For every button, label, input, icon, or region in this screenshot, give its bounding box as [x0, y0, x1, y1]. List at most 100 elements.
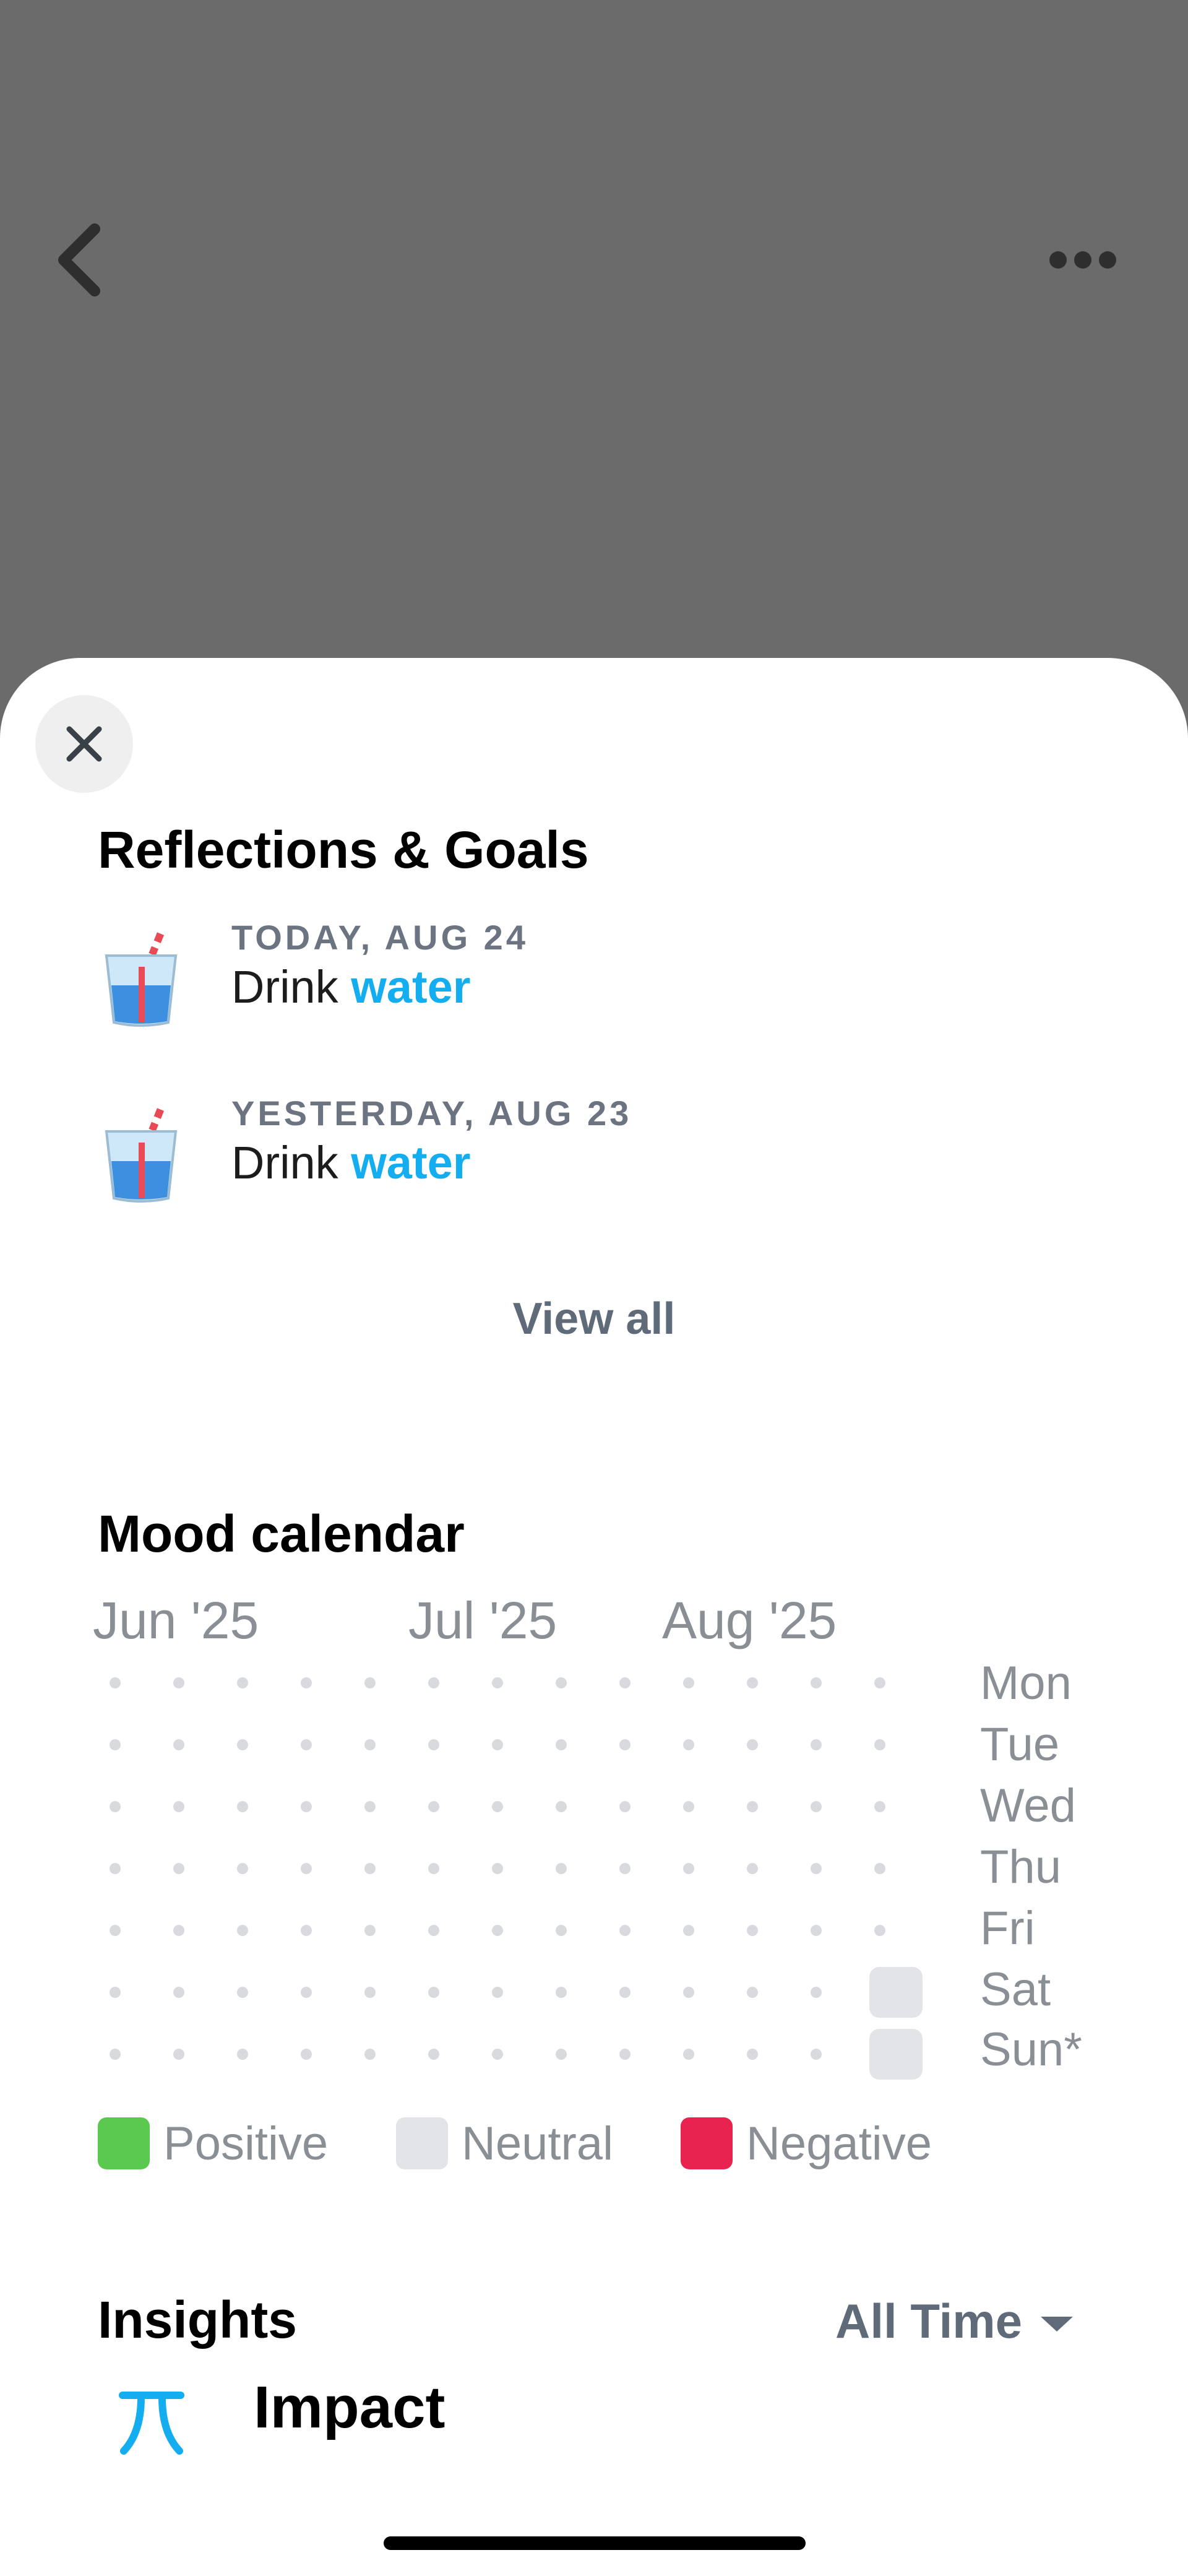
mood-cell-empty	[811, 1801, 822, 1812]
legend-swatch-negative	[681, 2117, 733, 2169]
mood-cell-empty	[301, 1863, 312, 1874]
mood-cell-empty	[364, 2049, 376, 2060]
view-all-link[interactable]: View all	[0, 1294, 1188, 1344]
mood-calendar-months: Jun '25 Jul '25 Aug '25	[93, 1591, 959, 1659]
reflection-date: TODAY, AUG 24	[231, 918, 528, 957]
mood-cell-empty	[173, 1987, 184, 1998]
mood-cell-empty	[428, 1863, 439, 1874]
mood-cell-empty	[747, 1987, 758, 1998]
mood-cell-empty	[683, 1677, 694, 1688]
mood-cell-empty	[747, 1739, 758, 1750]
mood-cell-empty	[683, 1863, 694, 1874]
mood-cell-empty	[110, 1925, 121, 1936]
mood-cell-empty	[301, 1987, 312, 1998]
legend-negative: Negative	[681, 2116, 932, 2171]
mood-cell-empty	[492, 1739, 503, 1750]
mood-cell-empty	[237, 1739, 248, 1750]
back-button[interactable]	[50, 217, 111, 303]
mood-cell-empty	[428, 1739, 439, 1750]
mood-cell-empty	[811, 1863, 822, 1874]
reflection-item[interactable]: TODAY, AUG 24 Drink water	[98, 917, 1088, 1053]
legend-positive: Positive	[98, 2116, 328, 2171]
mood-cell-empty	[492, 1677, 503, 1688]
mood-cell-neutral	[869, 2029, 923, 2080]
mood-cell-empty	[747, 1863, 758, 1874]
mood-cell-empty	[874, 1925, 885, 1936]
more-options-button[interactable]	[1040, 235, 1126, 285]
mood-cell-empty	[874, 1677, 885, 1688]
home-indicator[interactable]	[384, 2536, 806, 2550]
close-icon	[66, 726, 102, 762]
reflection-text-highlight: water	[351, 1137, 471, 1188]
day-label: Wed	[980, 1779, 1076, 1832]
mood-cell-empty	[173, 1863, 184, 1874]
mood-cell-empty	[428, 2049, 439, 2060]
legend-label: Neutral	[462, 2117, 613, 2170]
mood-cell-empty	[683, 1801, 694, 1812]
mood-cell-empty	[173, 1739, 184, 1750]
time-range-dropdown[interactable]: All Time	[835, 2293, 1073, 2349]
mood-cell-empty	[683, 1739, 694, 1750]
mood-cell-empty	[556, 2049, 567, 2060]
day-label: Fri	[980, 1902, 1035, 1955]
mood-cell-empty	[556, 1863, 567, 1874]
mood-cell-neutral	[869, 1967, 923, 2018]
mood-cell-empty	[492, 1987, 503, 1998]
mood-cell-empty	[364, 1677, 376, 1688]
mood-cell-empty	[874, 1801, 885, 1812]
mood-cell-empty	[301, 1677, 312, 1688]
mood-cell-empty	[173, 1925, 184, 1936]
mood-cell-empty	[492, 2049, 503, 2060]
mood-cell-empty	[811, 2049, 822, 2060]
mood-cell-empty	[110, 2049, 121, 2060]
mood-cell-empty	[110, 1801, 121, 1812]
mood-cell-empty	[173, 1801, 184, 1812]
day-label: Mon	[980, 1657, 1072, 1709]
day-label: Tue	[980, 1718, 1060, 1771]
mood-cell-empty	[619, 1863, 631, 1874]
mood-cell-empty	[747, 1677, 758, 1688]
mood-cell-empty	[301, 1739, 312, 1750]
mood-cell-empty	[811, 1925, 822, 1936]
reflection-text-prefix: Drink	[231, 961, 338, 1013]
mood-cell-empty	[110, 1987, 121, 1998]
mood-cell-empty	[364, 1863, 376, 1874]
legend-swatch-positive	[98, 2117, 150, 2169]
month-label: Aug '25	[662, 1591, 837, 1649]
mood-cell-empty	[110, 1863, 121, 1874]
month-label: Jul '25	[408, 1591, 557, 1649]
mood-cell-empty	[173, 1677, 184, 1688]
mood-cell-empty	[301, 1925, 312, 1936]
day-label: Thu	[980, 1841, 1061, 1893]
mood-cell-empty	[237, 2049, 248, 2060]
mood-cell-empty	[364, 1987, 376, 1998]
mood-cell-empty	[619, 1925, 631, 1936]
mood-cell-empty	[683, 1925, 694, 1936]
mood-cell-empty	[237, 1801, 248, 1812]
legend-label: Negative	[746, 2117, 932, 2170]
day-label: Sat	[980, 1963, 1051, 2016]
time-range-label: All Time	[835, 2294, 1022, 2348]
mood-cell-empty	[619, 1801, 631, 1812]
mood-cell-empty	[811, 1739, 822, 1750]
mood-cell-empty	[747, 1801, 758, 1812]
legend-label: Positive	[163, 2117, 329, 2170]
reflection-item[interactable]: YESTERDAY, AUG 23 Drink water	[98, 1093, 1088, 1229]
mood-cell-empty	[237, 1863, 248, 1874]
mood-cell-empty	[874, 1739, 885, 1750]
close-button[interactable]	[35, 695, 133, 793]
mood-cell-empty	[173, 2049, 184, 2060]
mood-cell-empty	[492, 1863, 503, 1874]
mood-cell-empty	[237, 1677, 248, 1688]
mood-cell-empty	[237, 1925, 248, 1936]
background-screen	[0, 0, 1188, 656]
mood-cell-empty	[811, 1677, 822, 1688]
mood-cell-empty	[364, 1925, 376, 1936]
mood-cell-empty	[619, 1739, 631, 1750]
legend-neutral: Neutral	[396, 2116, 613, 2171]
impact-icon	[119, 2392, 184, 2455]
mood-cell-empty	[364, 1739, 376, 1750]
reflection-text-prefix: Drink	[231, 1137, 338, 1188]
mood-cell-empty	[556, 1801, 567, 1812]
reflections-title: Reflections & Goals	[98, 821, 589, 879]
